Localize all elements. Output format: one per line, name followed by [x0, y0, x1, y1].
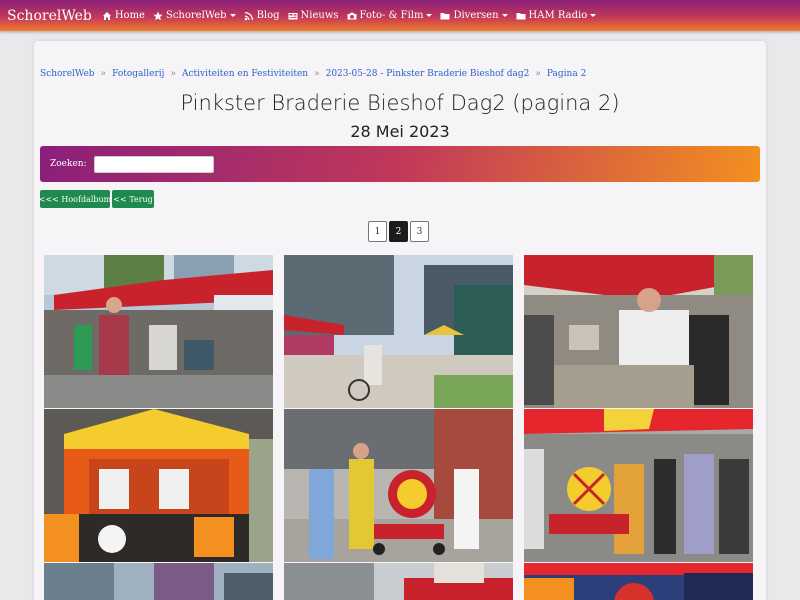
nav-diversen-dropdown[interactable]: Diversen	[440, 10, 508, 21]
photo-thumbnail[interactable]	[284, 563, 513, 600]
main-album-button[interactable]: <<< Hoofdalbum	[39, 190, 111, 208]
search-bar: Zoeken:	[40, 146, 760, 182]
top-navbar: SchorelWeb Home SchorelWeb Blog Nieuws F…	[0, 0, 800, 31]
nav-foto-film-label: Foto- & Film	[359, 10, 424, 21]
nav-home-label: Home	[114, 10, 145, 21]
nav-nieuws[interactable]: Nieuws	[288, 10, 339, 21]
camera-icon	[347, 12, 357, 19]
breadcrumb-separator: »	[170, 69, 176, 79]
search-input[interactable]	[93, 155, 214, 173]
photo-thumbnail[interactable]	[524, 563, 753, 600]
page-link-3[interactable]: 3	[410, 221, 429, 242]
rss-icon	[244, 11, 253, 20]
content-container: SchorelWeb » Fotogallerij » Activiteiten…	[34, 41, 766, 600]
photo-thumbnail[interactable]	[44, 563, 273, 600]
page-link-1[interactable]: 1	[368, 221, 387, 242]
nav-nieuws-label: Nieuws	[300, 10, 339, 21]
nav-ham-radio-dropdown[interactable]: HAM Radio	[516, 10, 597, 21]
back-button[interactable]: << Terug	[112, 190, 154, 208]
photo-thumbnail[interactable]	[44, 255, 273, 408]
breadcrumb: SchorelWeb » Fotogallerij » Activiteiten…	[40, 69, 586, 79]
breadcrumb-separator: »	[100, 69, 107, 79]
nav-blog-label: Blog	[256, 10, 280, 21]
caret-down-icon	[229, 14, 236, 17]
brand-link[interactable]: SchorelWeb	[7, 8, 92, 24]
nav-schorelweb-label: SchorelWeb	[165, 10, 227, 21]
page-subtitle: 28 Mei 2023	[350, 122, 450, 141]
breadcrumb-separator: »	[314, 69, 320, 79]
newspaper-icon	[288, 12, 298, 19]
folder-icon	[516, 12, 526, 19]
breadcrumb-separator: »	[535, 69, 541, 79]
star-icon	[153, 11, 163, 20]
nav-ham-radio-label: HAM Radio	[528, 10, 588, 21]
nav-blog[interactable]: Blog	[244, 10, 280, 21]
nav-foto-film-dropdown[interactable]: Foto- & Film	[347, 10, 433, 21]
photo-thumbnail[interactable]	[284, 255, 513, 408]
page-title: Pinkster Braderie Bieshof Dag2 (pagina 2…	[180, 91, 620, 115]
nav-schorelweb-dropdown[interactable]: SchorelWeb	[153, 10, 236, 21]
breadcrumb-item[interactable]: 2023-05-28 - Pinkster Braderie Bieshof d…	[326, 69, 530, 79]
photo-thumbnail[interactable]	[524, 255, 753, 408]
breadcrumb-item[interactable]: Activiteiten en Festiviteiten	[182, 69, 308, 79]
folder-icon	[440, 12, 450, 19]
caret-down-icon	[501, 14, 508, 17]
breadcrumb-item[interactable]: Fotogallerij	[112, 69, 164, 79]
caret-down-icon	[590, 14, 597, 17]
photo-thumbnail[interactable]	[284, 409, 513, 562]
search-label: Zoeken:	[50, 159, 87, 169]
photo-thumbnail[interactable]	[44, 409, 273, 562]
photo-thumbnail[interactable]	[524, 409, 753, 562]
breadcrumb-item[interactable]: SchorelWeb	[40, 69, 95, 79]
page-link-2-current[interactable]: 2	[389, 221, 408, 242]
pagination: 1 2 3	[368, 221, 431, 242]
breadcrumb-item-current[interactable]: Pagina 2	[547, 69, 586, 79]
nav-diversen-label: Diversen	[453, 10, 499, 21]
caret-down-icon	[426, 14, 433, 17]
nav-home[interactable]: Home	[102, 10, 145, 21]
home-icon	[102, 11, 111, 20]
